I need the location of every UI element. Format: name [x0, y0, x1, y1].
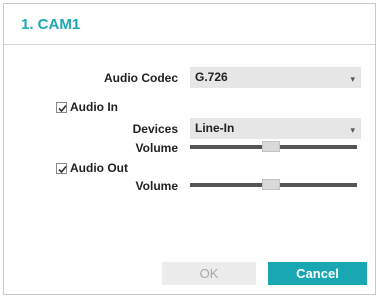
audio-in-volume-label: Volume: [135, 141, 178, 155]
slider-thumb[interactable]: [262, 179, 280, 190]
audio-codec-label: Audio Codec: [104, 71, 178, 85]
audio-in-checkbox[interactable]: Audio In: [56, 100, 118, 114]
camera-audio-dialog: 1. CAM1 Audio Codec G.726 ▾ Audio In Dev…: [3, 3, 376, 295]
devices-value: Line-In: [195, 121, 235, 135]
checkbox-checked-icon: [56, 162, 67, 174]
cancel-button[interactable]: Cancel: [268, 262, 367, 285]
ok-button[interactable]: OK: [162, 262, 256, 285]
audio-codec-select[interactable]: G.726 ▾: [190, 67, 361, 88]
audio-in-volume-slider[interactable]: [190, 139, 357, 155]
devices-select[interactable]: Line-In ▾: [190, 118, 361, 139]
checkbox-checked-icon: [56, 101, 67, 113]
audio-codec-value: G.726: [195, 70, 228, 84]
audio-out-label: Audio Out: [70, 161, 128, 175]
audio-out-volume-label: Volume: [135, 179, 178, 193]
devices-label: Devices: [132, 122, 178, 136]
dialog-title: 1. CAM1: [21, 16, 81, 33]
audio-out-volume-slider[interactable]: [190, 177, 357, 193]
chevron-down-icon: ▾: [350, 74, 355, 84]
title-divider: [4, 44, 375, 45]
audio-out-checkbox[interactable]: Audio Out: [56, 161, 128, 175]
slider-thumb[interactable]: [262, 141, 280, 152]
audio-in-label: Audio In: [70, 100, 118, 114]
